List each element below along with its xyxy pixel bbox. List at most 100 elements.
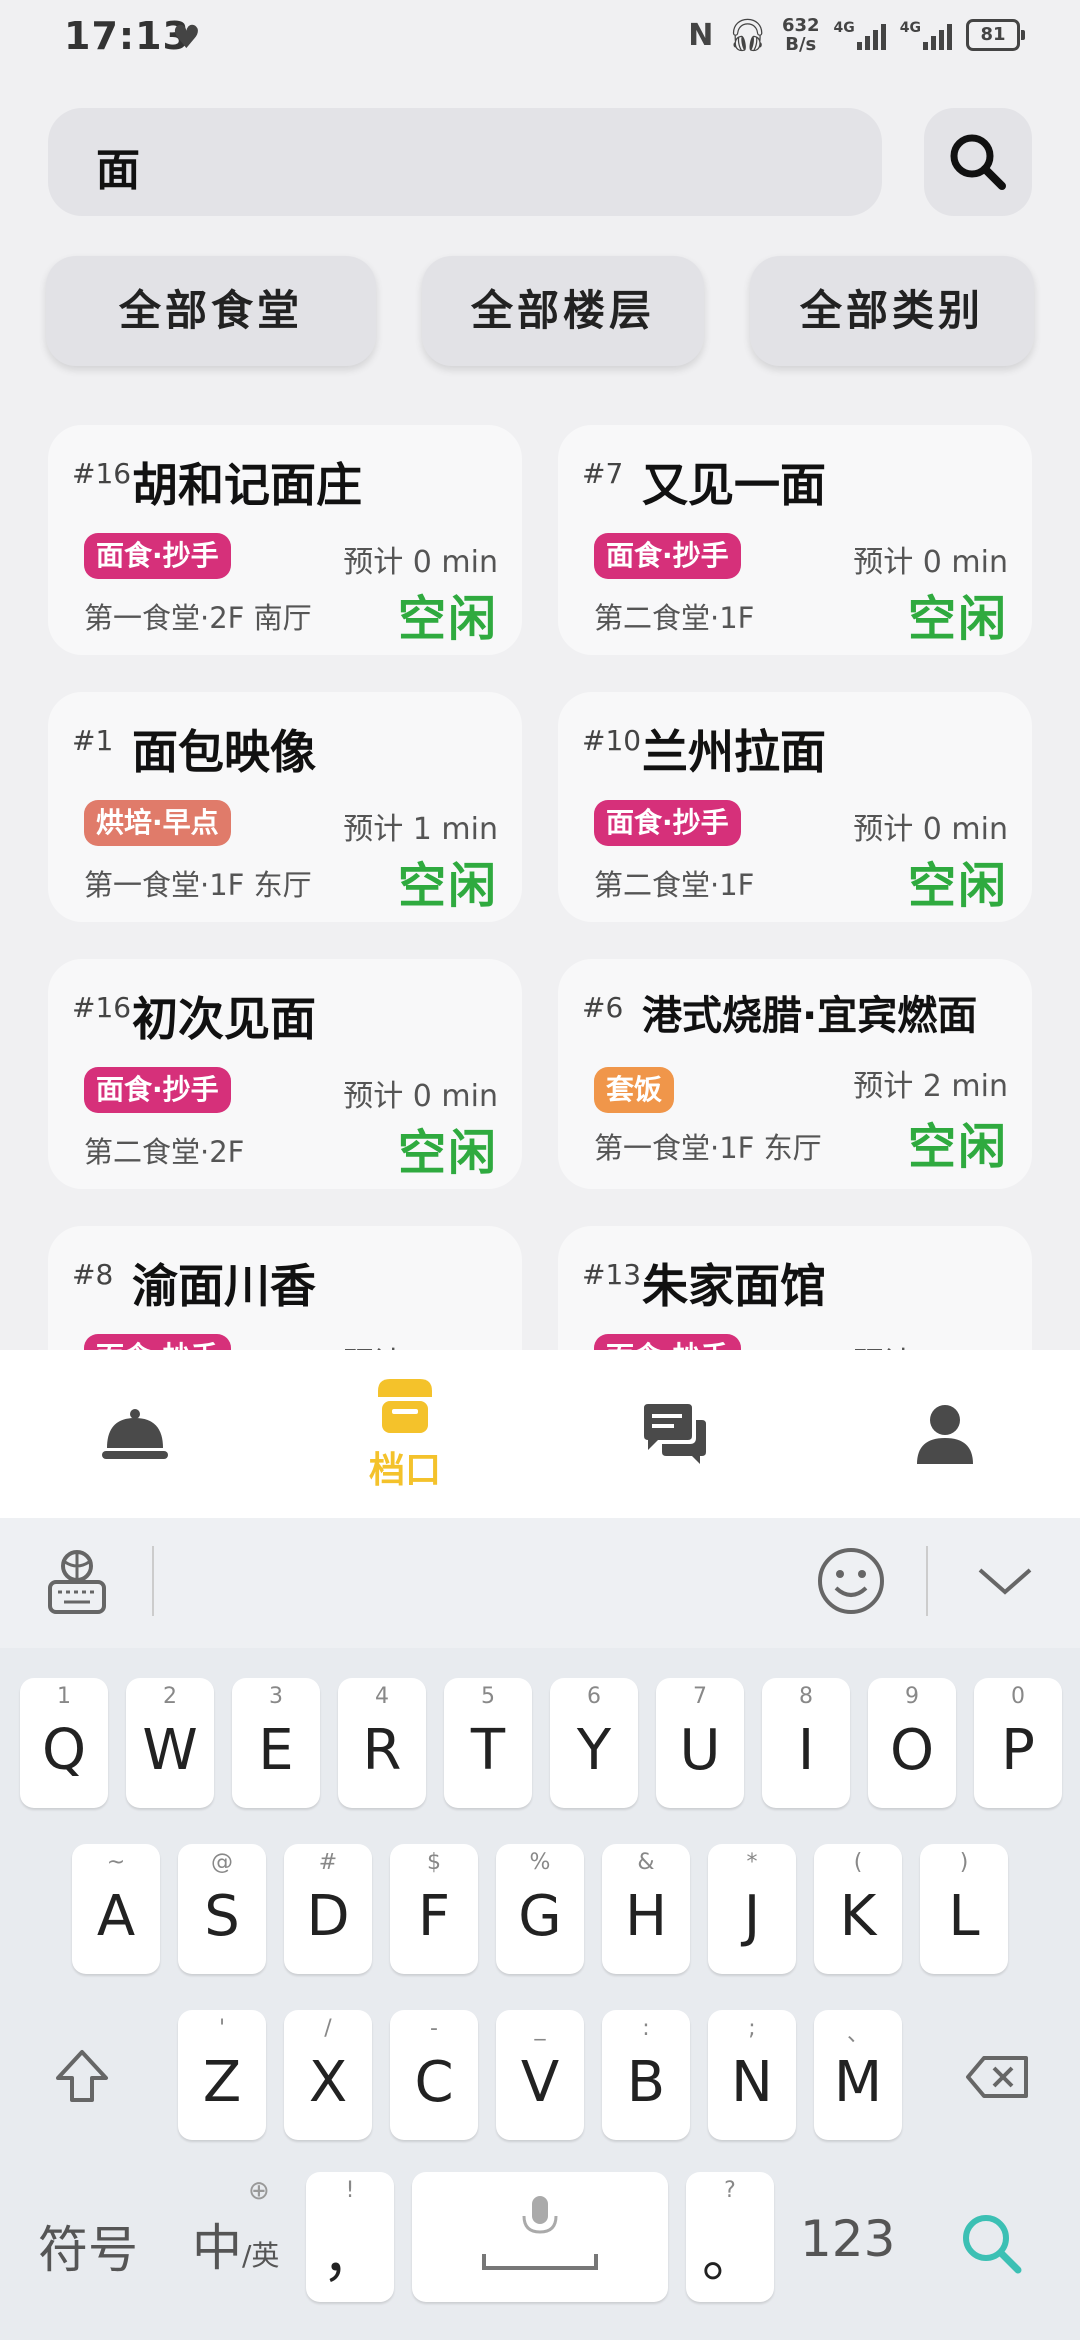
key-o[interactable]: 9O xyxy=(868,1678,956,1808)
stall-number: #13 xyxy=(582,1258,642,1291)
key-y[interactable]: 6Y xyxy=(550,1678,638,1808)
key-r[interactable]: 4R xyxy=(338,1678,426,1808)
period-key[interactable]: ? 。 xyxy=(686,2172,774,2302)
category-tag: 面食·抄手 xyxy=(594,1334,741,1350)
stall-card[interactable]: #16 初次见面 面食·抄手 预计 0 min 第二食堂·2F 空闲 xyxy=(48,959,522,1189)
key-n[interactable]: ; N xyxy=(708,2010,796,2140)
key-k[interactable]: (K xyxy=(814,1844,902,1974)
category-tag: 面食·抄手 xyxy=(84,1067,231,1113)
stall-name: 兰州拉面 xyxy=(642,725,826,779)
key-b[interactable]: :B xyxy=(602,2010,690,2140)
stall-name: 朱家面馆 xyxy=(642,1259,826,1313)
divider xyxy=(926,1546,928,1616)
key-w[interactable]: 2W xyxy=(126,1678,214,1808)
network-speed: 632 B/s xyxy=(781,15,820,55)
divider xyxy=(152,1546,154,1616)
key-j[interactable]: * J xyxy=(708,1844,796,1974)
collapse-keyboard-icon[interactable] xyxy=(976,1564,1034,1598)
stall-status: 空闲 xyxy=(907,858,1008,914)
filter-category[interactable]: 全部类别 xyxy=(750,256,1034,366)
stall-location: 第一食堂·1F 东厅 xyxy=(84,868,312,902)
stall-number: #6 xyxy=(582,991,624,1024)
key-z[interactable]: ' Z xyxy=(178,2010,266,2140)
search-button[interactable] xyxy=(924,108,1032,216)
nav-tab-profile[interactable] xyxy=(810,1350,1080,1518)
search-query: 面 xyxy=(96,145,140,196)
category-tag: 烘培·早点 xyxy=(84,800,231,846)
keyboard-toolbar xyxy=(0,1518,1080,1648)
stall-location: 第一食堂·2F 南厅 xyxy=(84,601,312,635)
wait-estimate: 预计 0 min xyxy=(853,545,1008,580)
key-t[interactable]: 5T xyxy=(444,1678,532,1808)
numbers-key[interactable]: 123 xyxy=(800,2210,895,2268)
wait-estimate: 预计 0 min xyxy=(343,1079,498,1114)
nav-tab-dishes[interactable] xyxy=(0,1350,270,1518)
stall-status: 空闲 xyxy=(397,591,498,647)
headphones-icon: 🎧︎ xyxy=(727,16,768,54)
comma-key[interactable]: ! ， xyxy=(306,2172,394,2302)
key-u[interactable]: 7U xyxy=(656,1678,744,1808)
key-a[interactable]: ~ A xyxy=(72,1844,160,1974)
key-l[interactable]: ) L xyxy=(920,1844,1008,1974)
nav-tab-messages[interactable] xyxy=(540,1350,810,1518)
key-p[interactable]: 0P xyxy=(974,1678,1062,1808)
stall-card[interactable]: #10 兰州拉面 面食·抄手 预计 0 min 第二食堂·1F 空闲 xyxy=(558,692,1032,922)
stall-card[interactable]: #13朱家面馆面食·抄手 预计 0 min xyxy=(558,1226,1032,1350)
stall-card[interactable]: #16 胡和记面庄 面食·抄手 预计 0 min 第一食堂·2F 南厅 空闲 xyxy=(48,425,522,655)
stall-location: 第二食堂·1F xyxy=(594,601,755,635)
chat-icon xyxy=(644,1404,706,1464)
wait-estimate: 预计 0 min xyxy=(853,1338,1008,1350)
filter-floor[interactable]: 全部楼层 xyxy=(422,256,704,366)
cloche-icon xyxy=(102,1409,168,1459)
category-tag: 面食·抄手 xyxy=(84,1334,231,1350)
signal-1: 4G xyxy=(834,20,886,50)
emoji-icon[interactable] xyxy=(816,1546,886,1616)
key-q[interactable]: 1Q xyxy=(20,1678,108,1808)
key-i[interactable]: 8I xyxy=(762,1678,850,1808)
key-d[interactable]: # D xyxy=(284,1844,372,1974)
space-key[interactable] xyxy=(412,2172,668,2302)
nav-tab-label: 档口 xyxy=(368,1450,441,1491)
battery-icon: 81 xyxy=(966,19,1025,51)
category-tag: 面食·抄手 xyxy=(594,533,741,579)
stall-card[interactable]: #8 渝面川香面食·抄手 预计 0 min xyxy=(48,1226,522,1350)
stall-icon xyxy=(378,1379,432,1433)
key-v[interactable]: _ V xyxy=(496,2010,584,2140)
stall-card[interactable]: #7 又见一面 面食·抄手 预计 0 min 第二食堂·1F 空闲 xyxy=(558,425,1032,655)
backspace-icon[interactable] xyxy=(964,2054,1030,2100)
user-icon xyxy=(917,1405,973,1464)
search-input[interactable]: 面 xyxy=(48,108,882,216)
stall-number: #10 xyxy=(582,724,642,757)
stall-number: #16 xyxy=(72,457,132,490)
key-c[interactable]: -C xyxy=(390,2010,478,2140)
shift-icon[interactable] xyxy=(52,2046,112,2106)
search-key-icon[interactable] xyxy=(958,2210,1024,2276)
key-e[interactable]: 3E xyxy=(232,1678,320,1808)
signal-bars-icon xyxy=(856,20,886,50)
stall-location: 第二食堂·1F xyxy=(594,868,755,902)
key-h[interactable]: & H xyxy=(602,1844,690,1974)
lang-sub: /英 xyxy=(242,2239,280,2272)
filter-canteen[interactable]: 全部食堂 xyxy=(46,256,376,366)
category-tag: 套饭 xyxy=(594,1067,675,1113)
status-icons: N 🎧︎ 632 B/s 4G 4G 81 xyxy=(688,15,1025,55)
stall-name: 面包映像 xyxy=(132,725,316,779)
stall-list[interactable]: #16 胡和记面庄 面食·抄手 预计 0 min 第一食堂·2F 南厅 空闲 #7 又见一面面… xyxy=(0,425,1080,1350)
key-g[interactable]: % G xyxy=(496,1844,584,1974)
symbols-key[interactable]: 符号 xyxy=(38,2210,138,2282)
key-f[interactable]: $ F xyxy=(390,1844,478,1974)
nav-tab-stalls[interactable]: 档口 xyxy=(270,1350,540,1518)
stall-status: 空闲 xyxy=(907,591,1008,647)
keyboard-settings-icon[interactable] xyxy=(44,1548,110,1618)
key-m[interactable]: 、 M xyxy=(814,2010,902,2140)
stall-card[interactable]: #6 港式烧腊·宜宾燃面 套饭 预计 2 min 第一食堂·1F 东厅 空闲 xyxy=(558,959,1032,1189)
signal-bars-icon xyxy=(923,20,952,50)
stall-card[interactable]: #1 面包映像 烘培·早点 预计 1 min 第一食堂·1F 东厅 空闲 xyxy=(48,692,522,922)
stall-name: 胡和记面庄 xyxy=(132,458,362,512)
stall-number: #1 xyxy=(72,724,114,757)
stall-status: 空闲 xyxy=(397,858,498,914)
category-tag: 面食·抄手 xyxy=(594,800,741,846)
language-switch-key[interactable]: 中/英 ⊕ xyxy=(192,2176,280,2280)
key-s[interactable]: @ S xyxy=(178,1844,266,1974)
key-x[interactable]: / X xyxy=(284,2010,372,2140)
